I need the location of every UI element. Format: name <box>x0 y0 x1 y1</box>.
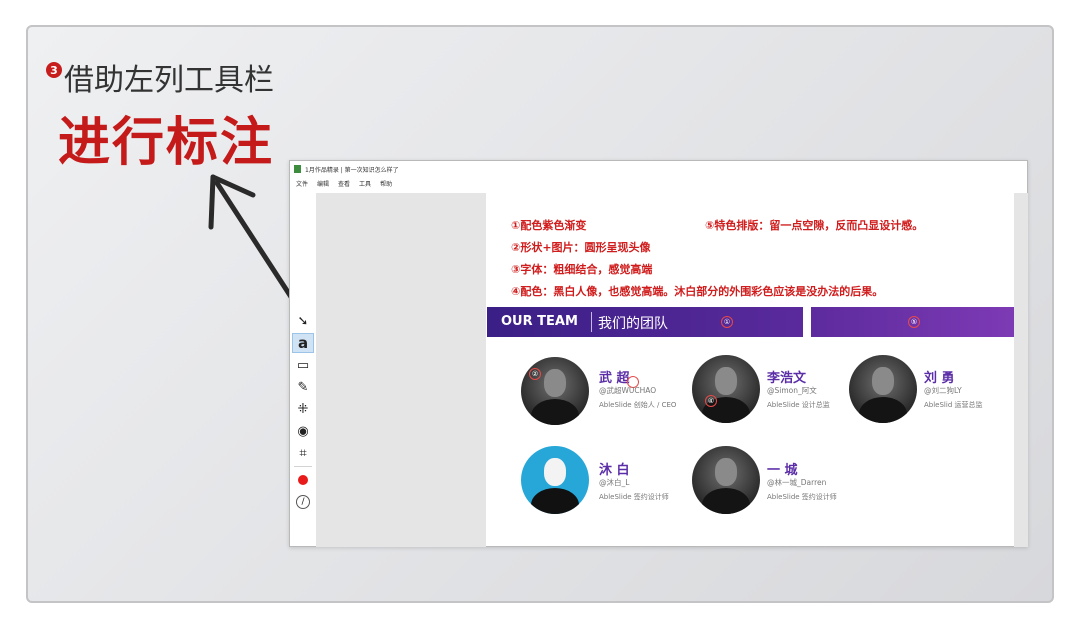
avatar <box>692 355 760 423</box>
step-heading: 3 借助左列工具栏 <box>46 55 274 99</box>
member-name: 武 超 <box>599 371 630 386</box>
pen-tool-icon[interactable]: ✎ <box>292 377 314 397</box>
member-role: AbleSlide 签约设计师 <box>599 493 669 501</box>
menu-help[interactable]: 帮助 <box>380 179 392 188</box>
toolbar-divider <box>294 466 312 467</box>
marker-5: ⑤ <box>908 316 920 328</box>
avatar <box>849 355 917 423</box>
marker-4: ④ <box>705 395 717 407</box>
mosaic-tool-icon[interactable]: ⁜ <box>292 399 314 419</box>
member-name: 一 城 <box>767 463 798 478</box>
arrow-tool-icon[interactable]: ➘ <box>292 311 314 331</box>
member-name: 刘 勇 <box>924 371 955 386</box>
member-name: 沐 白 <box>599 463 630 478</box>
menu-file[interactable]: 文件 <box>296 179 308 188</box>
member-handle: @武超WUCHAO <box>599 386 657 395</box>
avatar <box>521 446 589 514</box>
step-badge: 3 <box>46 62 62 78</box>
team-title-divider <box>591 312 592 332</box>
team-title-en: OUR TEAM <box>501 314 578 329</box>
member-name: 李浩文 <box>767 371 807 386</box>
menu-bar: 文件 编辑 查看 工具 帮助 <box>290 177 1027 190</box>
member-role: AbleSlid 运营总监 <box>924 401 983 409</box>
menu-tools[interactable]: 工具 <box>359 179 371 188</box>
blur-tool-icon[interactable]: ◉ <box>292 421 314 441</box>
note-4: ④配色：黑白人像，也感觉高端。沐白部分的外围彩色应该是没办法的后果。 <box>511 285 884 298</box>
menu-view[interactable]: 查看 <box>338 179 350 188</box>
crop-tool-icon[interactable]: ⌗ <box>292 443 314 463</box>
text-tool-icon[interactable]: a <box>292 333 314 353</box>
note-3: ③字体：粗细结合，感觉高端 <box>511 263 653 276</box>
stroke-icon: / <box>296 495 310 509</box>
member-role: AbleSlide 签约设计师 <box>767 493 837 501</box>
member-handle: @沐白_L <box>599 478 630 487</box>
avatar <box>692 446 760 514</box>
big-title: 进行标注 <box>58 113 275 173</box>
slide-canvas[interactable]: ①配色紫色渐变 ②形状+图片：圆形呈现头像 ③字体：粗细结合，感觉高端 ④配色：… <box>487 193 1014 538</box>
marker-2: ② <box>529 368 541 380</box>
note-2: ②形状+图片：圆形呈现头像 <box>511 241 651 254</box>
app-icon <box>294 165 301 173</box>
member-role: AbleSlide 创始人 / CEO <box>599 401 677 409</box>
menu-edit[interactable]: 编辑 <box>317 179 329 188</box>
marker-1: ① <box>721 316 733 328</box>
member-handle: @林一城_Darren <box>767 478 827 487</box>
note-5: ⑤特色排版：留一点空隙，反而凸显设计感。 <box>705 219 924 232</box>
workspace-background <box>316 193 486 547</box>
rectangle-tool-icon[interactable]: ▭ <box>292 355 314 375</box>
member-handle: @刘二狗LY <box>924 386 962 395</box>
step-title: 借助左列工具栏 <box>64 63 274 98</box>
member-role: AbleSlide 设计总监 <box>767 401 830 409</box>
avatar <box>521 357 589 425</box>
workspace-margin <box>1014 193 1028 547</box>
stroke-size-button[interactable]: / <box>292 492 314 512</box>
red-color-icon <box>298 475 308 485</box>
window-titlebar: 1月作品精录 | 第一次知识怎么样了 <box>290 161 1027 177</box>
team-title-cn: 我们的团队 <box>598 316 668 332</box>
member-handle: @Simon_阿文 <box>767 386 817 395</box>
window-title: 1月作品精录 | 第一次知识怎么样了 <box>305 166 399 174</box>
annotation-toolbar: ➘ a ▭ ✎ ⁜ ◉ ⌗ / <box>290 311 316 531</box>
color-picker[interactable] <box>292 470 314 490</box>
app-window: 1月作品精录 | 第一次知识怎么样了 文件 编辑 查看 工具 帮助 ➘ a ▭ … <box>289 160 1028 547</box>
